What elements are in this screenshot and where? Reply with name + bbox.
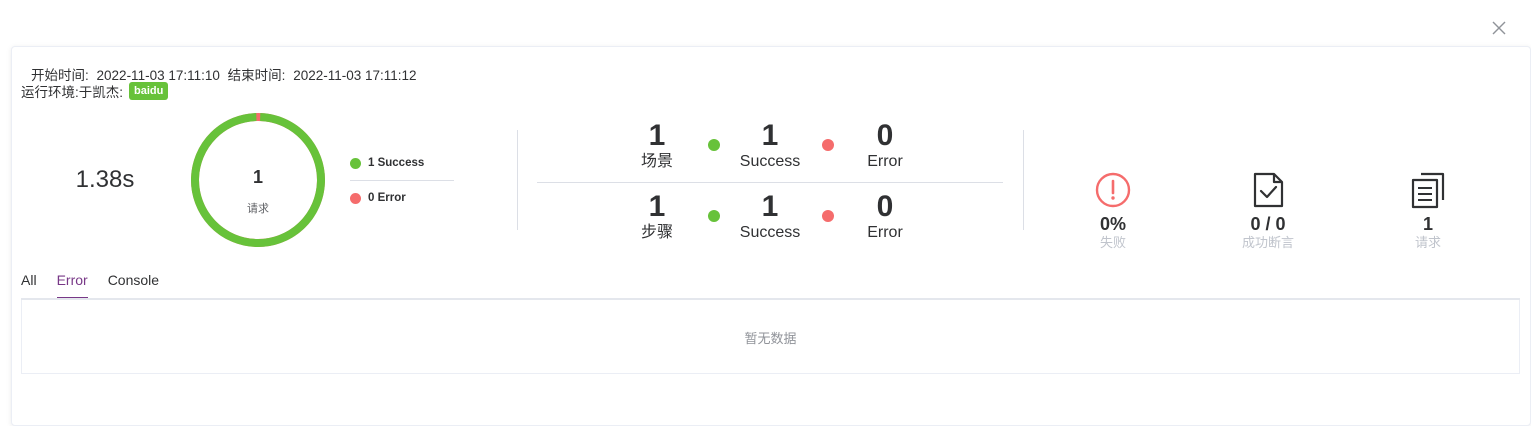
result-tabs: All Error Console: [21, 270, 179, 300]
legend-error: 0 Error: [350, 188, 454, 208]
scenario-error: 0 Error: [835, 120, 935, 172]
scenario-total: 1 场景: [607, 120, 707, 172]
environment-label: 运行环境:于凯杰:: [21, 85, 124, 100]
legend-divider: [350, 180, 454, 181]
result-table: 暂无数据: [21, 300, 1520, 374]
end-time: 2022-11-03 17:11:12: [293, 68, 417, 83]
donut-legend: 1 Success 0 Error: [350, 153, 454, 208]
tab-error[interactable]: Error: [56, 270, 88, 300]
kpi-requests-value: 1: [1422, 214, 1433, 234]
documents-copy-icon: [1411, 172, 1445, 209]
kpi-assertions: 0 / 0 成功断言: [1208, 170, 1328, 252]
divider-left: [517, 130, 518, 230]
kpi-fail-rate: 0% 失败: [1053, 170, 1173, 252]
stats-divider: [537, 182, 1003, 183]
legend-success-label: 1 Success: [368, 157, 425, 169]
kpi-fail-rate-label: 失败: [1099, 235, 1126, 250]
donut-request-count: 1: [252, 167, 263, 187]
environment-badge: baidu: [129, 82, 169, 100]
tab-console[interactable]: Console: [108, 270, 159, 300]
tab-all[interactable]: All: [21, 270, 37, 300]
success-dot-icon: [350, 157, 361, 169]
total-duration: 1.38s: [75, 166, 135, 193]
scenario-success-value: 1: [761, 119, 779, 152]
scenario-error-value: 0: [876, 119, 894, 152]
legend-success: 1 Success: [350, 153, 454, 173]
kpi-requests: 1 请求: [1368, 170, 1488, 252]
donut-request-label: 请求: [247, 203, 269, 215]
scenario-success-dot-icon: [708, 139, 720, 151]
step-success: 1 Success: [720, 191, 820, 243]
close-icon: [1492, 21, 1506, 35]
step-success-dot-icon: [708, 210, 720, 222]
close-button[interactable]: [1488, 17, 1510, 39]
document-check-icon: [1253, 172, 1284, 208]
divider-right: [1023, 130, 1024, 230]
kpi-requests-label: 请求: [1414, 235, 1441, 250]
scenario-success: 1 Success: [720, 120, 820, 172]
scenario-error-dot-icon: [822, 139, 834, 151]
kpi-fail-rate-value: 0%: [1099, 214, 1126, 234]
scenario-total-value: 1: [648, 119, 666, 152]
alert-circle-icon: [1095, 172, 1131, 208]
scenario-success-label: Success: [739, 153, 801, 170]
end-time-label: 结束时间:: [227, 68, 286, 83]
step-error-dot-icon: [822, 210, 834, 222]
step-total: 1 步骤: [607, 191, 707, 243]
environment-row: 运行环境:于凯杰: baidu: [21, 81, 169, 101]
error-dot-icon: [350, 192, 361, 204]
legend-error-label: 0 Error: [368, 192, 406, 204]
step-total-label: 步骤: [640, 224, 673, 241]
step-error: 0 Error: [835, 191, 935, 243]
step-error-label: Error: [867, 224, 903, 241]
empty-state-text: 暂无数据: [744, 331, 797, 346]
step-success-label: Success: [739, 224, 801, 241]
kpi-assertions-label: 成功断言: [1241, 235, 1294, 250]
kpi-assertions-value: 0 / 0: [1250, 214, 1286, 234]
step-error-value: 0: [876, 190, 894, 223]
step-success-value: 1: [761, 190, 779, 223]
scenario-error-label: Error: [867, 153, 903, 170]
scenario-total-label: 场景: [640, 153, 673, 170]
step-total-value: 1: [648, 190, 666, 223]
